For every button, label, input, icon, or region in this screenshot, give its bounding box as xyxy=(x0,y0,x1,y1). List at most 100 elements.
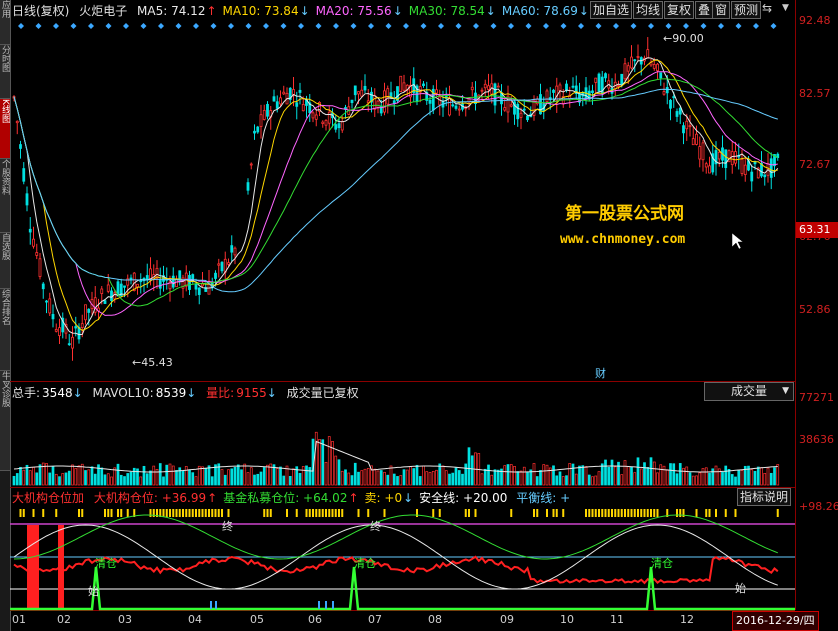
start-label: 始 xyxy=(735,581,746,595)
candle-body xyxy=(214,272,217,279)
volume-bar xyxy=(594,475,598,486)
left-tab-6[interactable]: 综合排名 xyxy=(0,289,10,371)
volume-bar xyxy=(15,473,19,486)
candle-body xyxy=(217,263,221,266)
candle-body xyxy=(38,258,42,277)
volume-bar xyxy=(662,465,666,486)
candle-body xyxy=(350,99,354,104)
volume-bar xyxy=(207,465,211,486)
volume-bar xyxy=(223,474,227,486)
volume-bar xyxy=(727,469,731,486)
volume-bar xyxy=(555,475,559,486)
volume-bar xyxy=(324,462,328,486)
candle-body xyxy=(175,279,178,288)
candle-body xyxy=(763,174,767,178)
candle-body xyxy=(279,97,282,105)
candle-body xyxy=(717,151,721,160)
volume-bar xyxy=(412,468,416,486)
cursor-icon xyxy=(731,232,744,250)
volume-bar xyxy=(737,469,741,486)
candle-body xyxy=(100,288,104,294)
volume-bar xyxy=(574,473,578,486)
candle-body xyxy=(19,144,22,149)
indicator-panel[interactable]: 大机构仓位加 大机构仓位: +36.99↑ 基金私募仓位: +64.02↑ 卖: +… xyxy=(10,487,795,611)
candle-body xyxy=(672,96,676,99)
candle-body xyxy=(646,49,650,59)
volume-bar xyxy=(753,470,757,486)
volume-bar xyxy=(103,474,107,486)
end-label: 终 xyxy=(222,519,233,533)
candle-body xyxy=(337,123,341,129)
volume-bar xyxy=(464,463,468,486)
ma-line-30 xyxy=(13,78,778,307)
volume-bar xyxy=(756,466,760,486)
candle-body xyxy=(22,168,26,182)
sell-marker xyxy=(627,509,630,517)
candle-body xyxy=(41,283,45,290)
volume-bar xyxy=(35,472,39,486)
sell-marker xyxy=(705,509,708,517)
volume-panel[interactable]: 总手: 3548↓ MAVOL10: 8539↓ 量比: 9155↓ 成交量已复权 成… xyxy=(10,381,795,488)
volume-bar xyxy=(379,470,383,486)
diamond-marker xyxy=(525,23,532,29)
sell-marker xyxy=(331,509,334,517)
indicator-tick: +98.26 xyxy=(799,500,838,513)
volume-bar xyxy=(584,466,588,486)
diamond-marker xyxy=(648,23,654,29)
volume-bar xyxy=(490,474,494,486)
sell-marker xyxy=(474,509,477,517)
volume-bar xyxy=(175,470,178,486)
left-tab-2[interactable]: 分时图 xyxy=(0,45,10,99)
diamond-marker xyxy=(175,23,182,29)
volume-bar xyxy=(405,469,409,486)
candle-body xyxy=(25,193,29,206)
left-tab-3[interactable]: K线图 xyxy=(0,99,10,159)
candle-body xyxy=(256,126,260,133)
left-tab-7[interactable]: 牛叉诊股 xyxy=(0,371,10,471)
sell-marker xyxy=(191,509,194,517)
volume-bar xyxy=(149,470,152,486)
candle-body xyxy=(145,275,149,280)
candle-body xyxy=(353,85,357,96)
left-tab-1[interactable]: 应用 xyxy=(0,0,10,45)
sell-marker xyxy=(640,509,643,517)
left-tab-4[interactable]: 个股资料 xyxy=(0,159,10,233)
volume-bar xyxy=(724,465,728,486)
volume-bar xyxy=(750,469,754,486)
volume-bar xyxy=(233,466,237,486)
sell-marker xyxy=(312,509,314,517)
left-tab-5[interactable]: 自选股 xyxy=(0,233,10,289)
volume-bar xyxy=(730,474,734,486)
candle-body xyxy=(656,63,659,72)
volume-bar xyxy=(704,467,708,486)
volume-bar xyxy=(262,467,266,486)
signal-bar xyxy=(33,525,39,609)
diamond-marker xyxy=(18,23,24,29)
volume-bar xyxy=(493,469,497,486)
volume-bar xyxy=(227,469,230,486)
candle-body xyxy=(730,151,734,166)
sell-marker xyxy=(162,509,165,517)
sell-marker xyxy=(178,509,181,517)
volume-bar xyxy=(353,462,357,486)
sell-marker xyxy=(55,509,58,517)
price-panel[interactable]: 日线(复权) 火炬电子 MA5: 74.12↑ MA10: 73.84↓ MA20:… xyxy=(10,0,795,382)
candle-body xyxy=(623,63,627,80)
volume-bar xyxy=(282,475,286,486)
volume-bar xyxy=(773,467,776,486)
candle-body xyxy=(422,83,425,86)
volume-bar xyxy=(266,464,269,486)
volume-bar xyxy=(438,463,442,486)
sell-marker xyxy=(19,509,22,517)
candle-body xyxy=(454,105,458,109)
volume-bar xyxy=(669,463,672,486)
volume-bar xyxy=(766,467,770,486)
month-label: 05 xyxy=(250,613,264,626)
volume-bar xyxy=(503,465,507,486)
sell-marker xyxy=(383,509,386,517)
candle-body xyxy=(259,114,263,127)
sell-marker xyxy=(172,509,175,517)
volume-bar xyxy=(688,472,692,486)
volume-bar xyxy=(337,459,341,486)
diamond-marker xyxy=(88,23,94,29)
